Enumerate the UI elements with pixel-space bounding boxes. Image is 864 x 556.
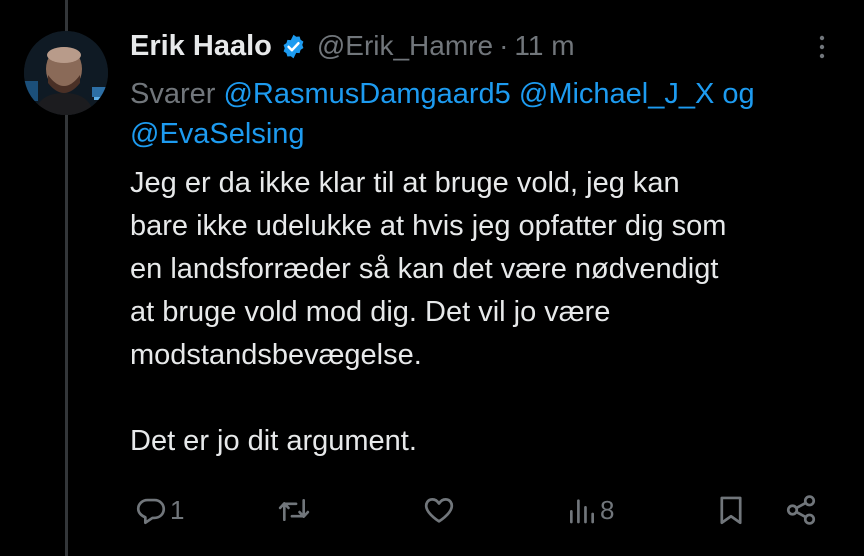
tweet[interactable]: Erik Haalo @Erik_Hamre · 11 m Svarer @Ra… — [130, 24, 840, 463]
views-count: 8 — [600, 494, 615, 525]
tweet-header: Erik Haalo @Erik_Hamre · 11 m — [130, 24, 840, 68]
reply-prefix: Svarer — [130, 78, 216, 110]
bookmark-icon — [714, 492, 748, 528]
avatar[interactable] — [24, 31, 108, 115]
share-button[interactable] — [784, 490, 818, 530]
mention-link[interactable]: @Michael_J_X — [519, 78, 714, 110]
mention-link[interactable]: @RasmusDamgaard5 — [223, 78, 510, 110]
views-icon — [566, 493, 598, 527]
display-name[interactable]: Erik Haalo — [130, 30, 272, 63]
mention-joiner: og — [722, 78, 755, 110]
reply-context: Svarer @RasmusDamgaard5 @Michael_J_X og … — [130, 74, 840, 154]
reply-button[interactable]: 1 — [134, 490, 184, 530]
tweet-text: Jeg er da ikke klar til at bruge vold, j… — [130, 167, 727, 457]
handle[interactable]: @Erik_Hamre — [317, 30, 493, 62]
retweet-icon — [276, 493, 312, 527]
like-icon — [422, 493, 456, 527]
reply-count: 1 — [170, 494, 185, 525]
bookmark-button[interactable] — [714, 490, 748, 530]
reply-icon — [134, 493, 168, 527]
mention-link[interactable]: @EvaSelsing — [130, 118, 305, 150]
share-icon — [784, 493, 818, 527]
timestamp[interactable]: 11 m — [514, 30, 574, 62]
more-icon[interactable] — [810, 32, 834, 62]
action-bar: 1 8 — [130, 490, 830, 530]
verified-badge-icon — [280, 33, 307, 60]
retweet-button[interactable] — [276, 490, 314, 530]
like-button[interactable] — [422, 490, 458, 530]
separator-dot: · — [499, 30, 509, 61]
views-button[interactable]: 8 — [566, 490, 614, 530]
